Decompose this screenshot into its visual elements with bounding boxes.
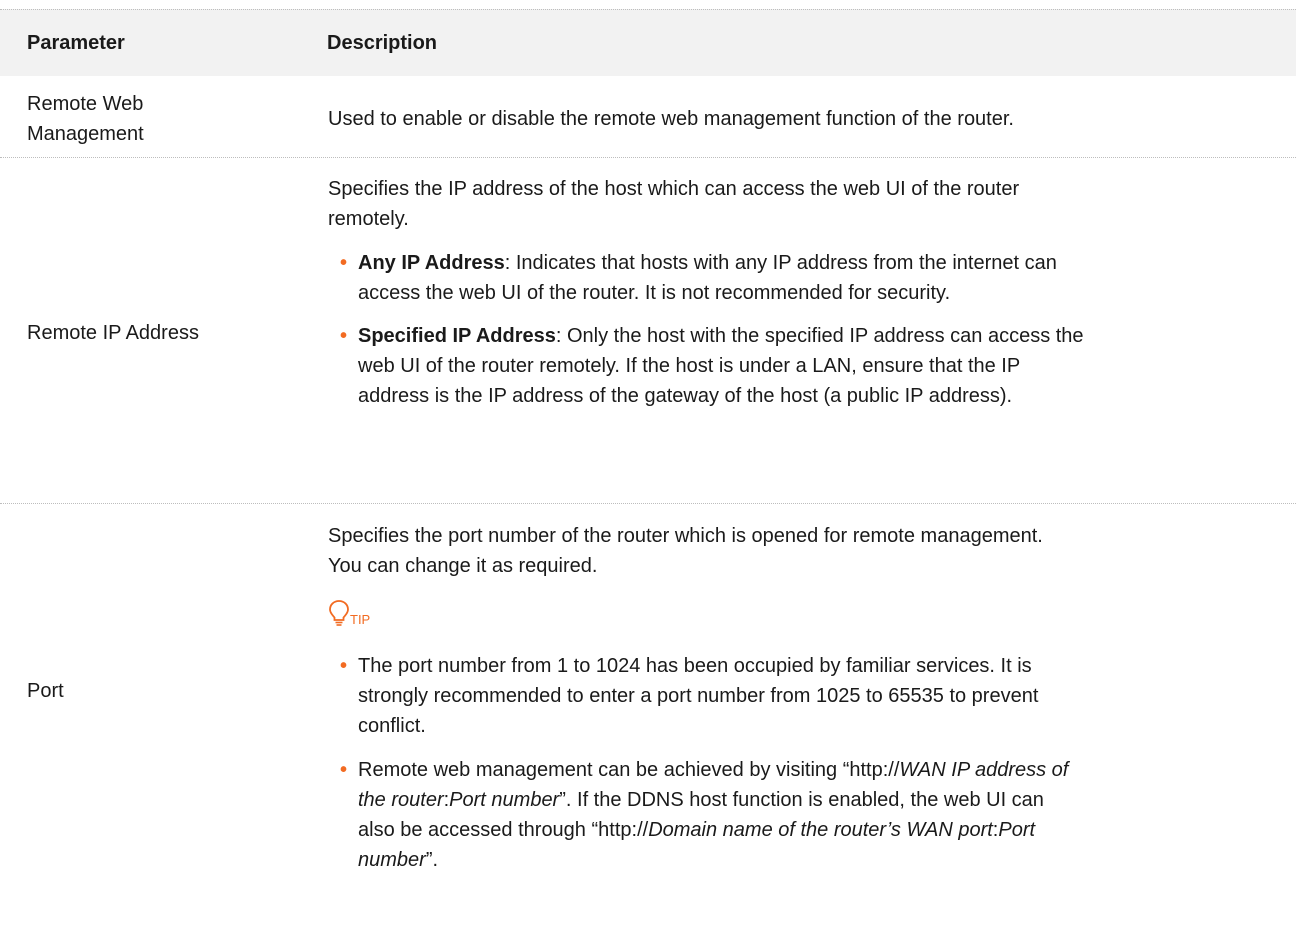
bullet-any-ip: • Any IP Address: Indicates that hosts w… (328, 248, 1273, 308)
param-remote-web-management: Remote Web Management (27, 93, 144, 145)
bullet-dot: • (340, 759, 348, 781)
param-port: Port (27, 680, 64, 702)
bullet-dot: • (340, 655, 348, 677)
lightbulb-icon (329, 600, 349, 626)
bullet-specified-ip: • Specified IP Address: Only the host wi… (328, 321, 1273, 411)
table-row: Remote IP Address Specifies the IP addre… (0, 158, 1296, 504)
desc-port: Specifies the port number of the router … (328, 521, 1273, 875)
header-description: Description (327, 32, 438, 54)
intro-text: Specifies the port number of the router … (328, 525, 1043, 577)
table-row: Port Specifies the port number of the ro… (0, 504, 1296, 924)
header-parameter: Parameter (27, 32, 125, 54)
bullet-port-range: • The port number from 1 to 1024 has bee… (328, 651, 1273, 741)
desc-remote-web-management: Used to enable or disable the remote web… (328, 108, 1014, 130)
tip-label: TIP (350, 612, 371, 627)
bullet-remote-access-url: • Remote web management can be achieved … (328, 755, 1273, 875)
table-row: Remote Web Management Used to enable or … (0, 84, 1296, 157)
table-header: Parameter Description (0, 9, 1296, 76)
desc-remote-ip-address: Specifies the IP address of the host whi… (328, 174, 1273, 411)
tip-callout: TIP (328, 587, 1273, 627)
param-remote-ip-address: Remote IP Address (27, 322, 199, 344)
bullet-dot: • (340, 252, 348, 274)
bullet-dot: • (340, 325, 348, 347)
intro-text: Specifies the IP address of the host whi… (328, 178, 1020, 230)
